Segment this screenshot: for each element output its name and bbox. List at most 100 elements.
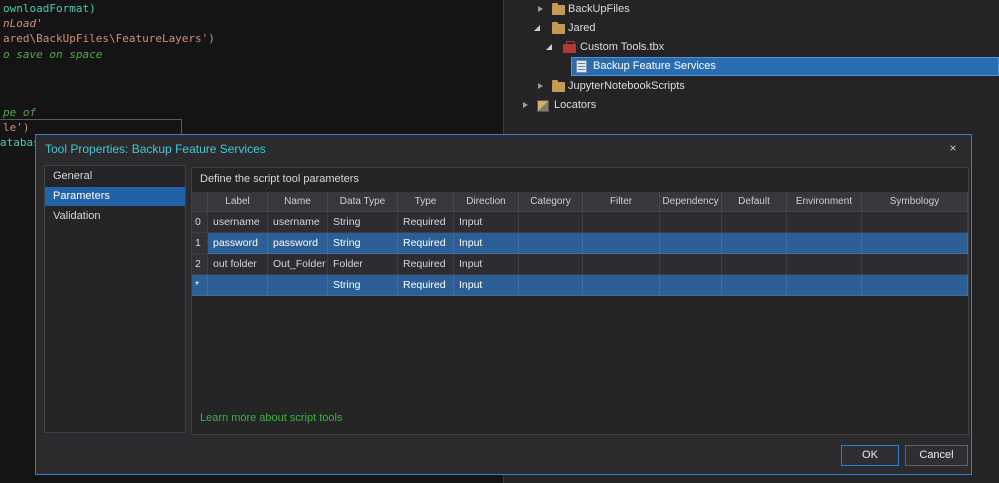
- tree-item-label: JupyterNotebookScripts: [568, 80, 685, 92]
- column-header-filter: Filter: [583, 192, 660, 212]
- column-header-category: Category: [519, 192, 583, 212]
- row-number[interactable]: 2: [192, 254, 208, 275]
- toolbox-icon: [563, 41, 576, 53]
- cell-direction[interactable]: Input: [454, 233, 519, 254]
- folder-icon: [552, 3, 565, 15]
- cell-environment[interactable]: [787, 275, 862, 296]
- dialog-sidebar: General Parameters Validation: [44, 165, 186, 433]
- cell-dependency[interactable]: [660, 254, 722, 275]
- collapse-arrow-icon[interactable]: [538, 6, 543, 12]
- tree-item-label: Locators: [554, 99, 597, 111]
- cell-dependency[interactable]: [660, 233, 722, 254]
- cell-label[interactable]: username: [208, 212, 268, 233]
- cell-data-type[interactable]: String: [328, 212, 398, 233]
- cell-direction[interactable]: Input: [454, 275, 519, 296]
- cell-name[interactable]: username: [268, 212, 328, 233]
- cell-label[interactable]: password: [208, 233, 268, 254]
- cell-name[interactable]: Out_Folder: [268, 254, 328, 275]
- ok-button[interactable]: OK: [841, 445, 899, 466]
- cell-filter[interactable]: [583, 275, 660, 296]
- column-header-label: Label: [208, 192, 268, 212]
- collapse-arrow-icon[interactable]: [538, 83, 543, 89]
- column-header-symbology: Symbology: [862, 192, 968, 212]
- column-header-type: Type: [398, 192, 454, 212]
- tool-properties-dialog: Tool Properties: Backup Feature Services…: [35, 134, 972, 475]
- cell-category[interactable]: [519, 275, 583, 296]
- cell-data-type[interactable]: Folder: [328, 254, 398, 275]
- folder-icon: [552, 80, 565, 92]
- column-header-default: Default: [722, 192, 787, 212]
- code-line: ownloadFormat): [3, 2, 96, 15]
- locator-icon: [537, 100, 549, 112]
- cell-name[interactable]: password: [268, 233, 328, 254]
- code-line: ared\BackUpFiles\FeatureLayers'): [3, 32, 215, 45]
- tree-item-backup-feature-services[interactable]: Backup Feature Services: [504, 57, 999, 76]
- cell-label[interactable]: [208, 275, 268, 296]
- sidebar-item-general[interactable]: General: [45, 167, 185, 186]
- cell-direction[interactable]: Input: [454, 212, 519, 233]
- expand-arrow-icon[interactable]: [546, 44, 552, 50]
- cell-filter[interactable]: [583, 233, 660, 254]
- parameters-panel: Define the script tool parameters Label …: [191, 167, 969, 435]
- cell-filter[interactable]: [583, 254, 660, 275]
- tree-item-label: BackUpFiles: [568, 3, 630, 15]
- cell-symbology[interactable]: [862, 233, 968, 254]
- cell-dependency[interactable]: [660, 275, 722, 296]
- tree-item-label: Custom Tools.tbx: [580, 41, 665, 53]
- cancel-button[interactable]: Cancel: [905, 445, 968, 466]
- column-header-direction: Direction: [454, 192, 519, 212]
- code-line: o save on space: [3, 48, 103, 61]
- cell-category[interactable]: [519, 254, 583, 275]
- learn-more-link[interactable]: Learn more about script tools: [200, 412, 342, 424]
- cell-type[interactable]: Required: [398, 254, 454, 275]
- cell-data-type[interactable]: String: [328, 275, 398, 296]
- code-line: pe of: [3, 106, 37, 119]
- tree-item-label: Backup Feature Services: [593, 60, 716, 72]
- sidebar-item-parameters[interactable]: Parameters: [45, 187, 185, 206]
- code-line: nLoad': [3, 17, 43, 30]
- cell-default[interactable]: [722, 275, 787, 296]
- cell-default[interactable]: [722, 233, 787, 254]
- collapse-arrow-icon[interactable]: [523, 102, 528, 108]
- parameters-table: Label Name Data Type Type Direction Cate…: [192, 192, 968, 296]
- tree-item-label: Jared: [568, 22, 596, 34]
- cell-dependency[interactable]: [660, 212, 722, 233]
- cell-symbology[interactable]: [862, 254, 968, 275]
- column-header-dependency: Dependency: [660, 192, 722, 212]
- script-tool-icon: [576, 60, 587, 73]
- cell-label[interactable]: out folder: [208, 254, 268, 275]
- cell-environment[interactable]: [787, 233, 862, 254]
- cell-data-type[interactable]: String: [328, 233, 398, 254]
- panel-subtitle: Define the script tool parameters: [200, 173, 359, 185]
- tree-item-custom-tools[interactable]: Custom Tools.tbx: [504, 38, 999, 57]
- cell-environment[interactable]: [787, 254, 862, 275]
- column-header: [192, 192, 208, 212]
- cell-default[interactable]: [722, 212, 787, 233]
- tree-item-jared[interactable]: Jared: [504, 19, 999, 38]
- tree-item-backupfiles[interactable]: BackUpFiles: [504, 0, 999, 19]
- cell-category[interactable]: [519, 212, 583, 233]
- cell-symbology[interactable]: [862, 275, 968, 296]
- cell-type[interactable]: Required: [398, 212, 454, 233]
- sidebar-item-validation[interactable]: Validation: [45, 207, 185, 226]
- column-header-environment: Environment: [787, 192, 862, 212]
- tree-item-jupyternotebookscripts[interactable]: JupyterNotebookScripts: [504, 77, 999, 96]
- cell-name[interactable]: [268, 275, 328, 296]
- cell-direction[interactable]: Input: [454, 254, 519, 275]
- cell-filter[interactable]: [583, 212, 660, 233]
- cell-environment[interactable]: [787, 212, 862, 233]
- row-number[interactable]: 0: [192, 212, 208, 233]
- cell-symbology[interactable]: [862, 212, 968, 233]
- cell-category[interactable]: [519, 233, 583, 254]
- column-header-data-type: Data Type: [328, 192, 398, 212]
- row-number[interactable]: *: [192, 275, 208, 296]
- column-header-name: Name: [268, 192, 328, 212]
- dialog-title: Tool Properties: Backup Feature Services: [45, 142, 266, 156]
- expand-arrow-icon[interactable]: [534, 25, 540, 31]
- tree-item-locators[interactable]: Locators: [504, 96, 999, 115]
- cell-default[interactable]: [722, 254, 787, 275]
- close-icon[interactable]: ×: [945, 140, 961, 156]
- cell-type[interactable]: Required: [398, 233, 454, 254]
- cell-type[interactable]: Required: [398, 275, 454, 296]
- row-number[interactable]: 1: [192, 233, 208, 254]
